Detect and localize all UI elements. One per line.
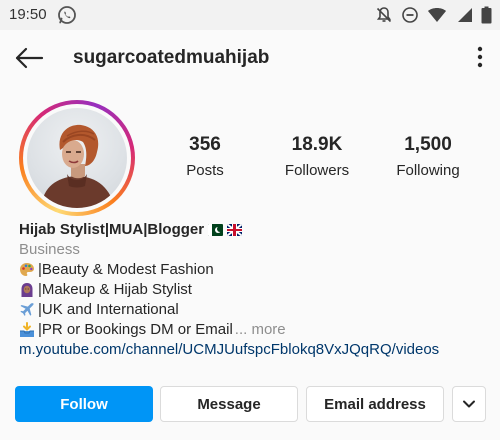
stat-followers[interactable]: 18.9K Followers bbox=[262, 134, 372, 179]
dnd-icon bbox=[402, 7, 418, 23]
bio-line-text: |PR or Bookings DM or Email bbox=[38, 321, 233, 338]
bio-line: |Beauty & Modest Fashion bbox=[19, 260, 489, 280]
profile-header: sugarcoatedmuahijab bbox=[0, 30, 500, 86]
bio-more-link[interactable]: ... more bbox=[235, 320, 286, 340]
profile-username: sugarcoatedmuahijab bbox=[73, 47, 270, 68]
bio-line: |UK and International bbox=[19, 300, 489, 320]
bio-line: |Makeup & Hijab Stylist bbox=[19, 280, 489, 300]
bio-line: |PR or Bookings DM or Email ... more bbox=[19, 320, 489, 340]
profile-bio: Hijab Stylist|MUA|Blogger Business |Beau… bbox=[19, 220, 489, 360]
bio-name: Hijab Stylist|MUA|Blogger bbox=[19, 221, 205, 238]
wifi-icon bbox=[428, 8, 446, 22]
avatar[interactable] bbox=[19, 100, 135, 216]
bio-line-text: |Makeup & Hijab Stylist bbox=[38, 281, 192, 298]
stat-posts[interactable]: 356 Posts bbox=[150, 134, 260, 179]
followers-label: Followers bbox=[284, 162, 350, 179]
following-count: 1,500 bbox=[404, 134, 452, 155]
status-time: 19:50 bbox=[9, 6, 47, 23]
suggested-dropdown-button[interactable] bbox=[452, 386, 486, 422]
mute-icon bbox=[376, 7, 392, 23]
message-button[interactable]: Message bbox=[160, 386, 298, 422]
chevron-down-icon bbox=[463, 400, 475, 408]
more-vertical-icon[interactable] bbox=[476, 45, 484, 69]
battery-icon bbox=[481, 6, 492, 24]
bio-line-text: |Beauty & Modest Fashion bbox=[38, 261, 214, 278]
bio-website-link[interactable]: m.youtube.com/channel/UCMJUufspcFblokq8V… bbox=[19, 340, 489, 360]
stat-following[interactable]: 1,500 Following bbox=[373, 134, 483, 179]
bio-category: Business bbox=[19, 241, 80, 258]
bio-name-row: Hijab Stylist|MUA|Blogger bbox=[19, 220, 489, 240]
status-bar: 19:50 bbox=[0, 0, 500, 30]
whatsapp-icon bbox=[58, 6, 76, 24]
palette-emoji-icon bbox=[20, 263, 34, 276]
avatar-photo bbox=[27, 108, 127, 208]
bio-line-text: |UK and International bbox=[38, 301, 179, 318]
inbox-tray-emoji-icon bbox=[20, 322, 34, 337]
posts-label: Posts bbox=[186, 162, 224, 179]
follow-button[interactable]: Follow bbox=[15, 386, 153, 422]
pakistan-flag bbox=[208, 224, 224, 236]
woman-headscarf-emoji-icon bbox=[21, 283, 33, 297]
posts-count: 356 bbox=[189, 134, 221, 155]
following-label: Following bbox=[396, 162, 460, 179]
email-address-button[interactable]: Email address bbox=[306, 386, 444, 422]
status-icons bbox=[375, 5, 492, 25]
uk-flag bbox=[227, 224, 243, 236]
airplane-emoji-icon bbox=[20, 303, 34, 316]
followers-count: 18.9K bbox=[291, 134, 343, 155]
signal-icon bbox=[458, 8, 472, 22]
arrow-left-icon[interactable] bbox=[14, 46, 44, 70]
